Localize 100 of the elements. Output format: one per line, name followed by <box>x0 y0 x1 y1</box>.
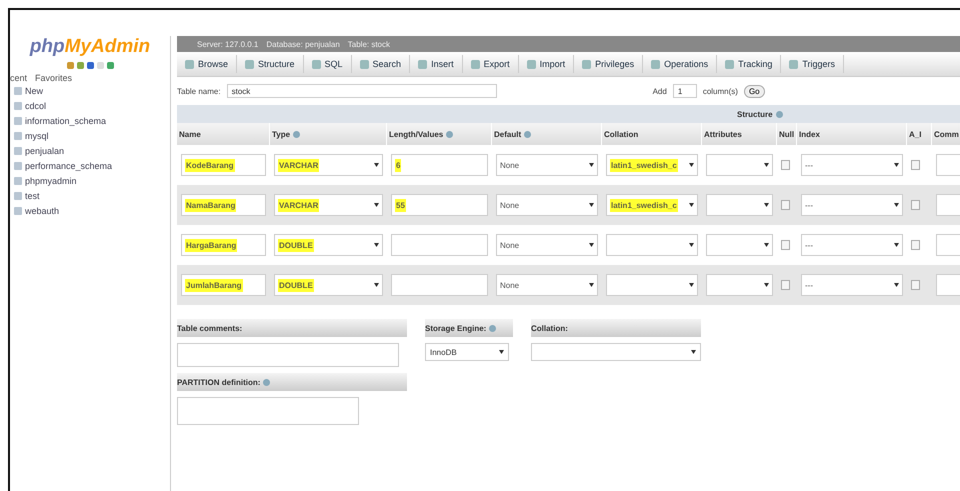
go-button[interactable]: Go <box>744 84 765 98</box>
comment-field[interactable] <box>936 274 960 296</box>
nav-tab[interactable]: Operations <box>643 55 718 73</box>
length-field[interactable]: 6 <box>391 154 488 176</box>
nav-tab[interactable]: Export <box>462 55 519 73</box>
auto-increment-checkbox[interactable] <box>911 160 920 170</box>
caret-icon <box>374 203 379 207</box>
default-select[interactable]: None <box>496 194 598 216</box>
table-name-field[interactable]: stock <box>226 84 497 98</box>
database-link[interactable]: phpmyadmin <box>25 176 77 186</box>
column-header: Attributes <box>702 123 777 145</box>
collation-select[interactable]: latin1_swedish_c <box>606 154 698 176</box>
default-select[interactable]: None <box>496 274 598 296</box>
nav-tab[interactable]: Import <box>518 55 574 73</box>
nav-tab[interactable]: Insert <box>410 55 463 73</box>
nav-tab[interactable]: Browse <box>177 55 238 73</box>
attributes-select[interactable] <box>706 154 773 176</box>
tab-icon <box>582 60 592 68</box>
help-icon <box>776 110 783 118</box>
nav-tab[interactable]: Tracking <box>717 55 782 73</box>
length-field[interactable] <box>391 274 488 296</box>
caret-icon <box>689 163 694 167</box>
column-header: A_I <box>907 123 932 145</box>
tab-icon <box>651 60 660 68</box>
field-label: column(s) <box>702 86 738 96</box>
help-icon <box>446 130 454 138</box>
caret-icon <box>589 203 594 207</box>
collation-select[interactable] <box>531 343 701 361</box>
name-field[interactable]: JumlahBarang <box>181 274 266 296</box>
index-select[interactable]: --- <box>801 274 903 296</box>
nav-tab[interactable]: Structure <box>237 55 304 73</box>
length-field[interactable]: 55 <box>391 194 488 216</box>
database-link[interactable]: webauth <box>25 206 60 216</box>
caret-icon <box>589 283 594 287</box>
tab-icon <box>185 60 194 68</box>
auto-increment-checkbox[interactable] <box>911 280 920 290</box>
column-header: Length/Values <box>387 123 492 145</box>
auto-increment-checkbox[interactable] <box>911 240 920 250</box>
caret-icon <box>499 350 504 354</box>
collation-select[interactable] <box>606 234 698 256</box>
engine-select[interactable]: InnoDB <box>425 343 509 361</box>
name-field[interactable]: HargaBarang <box>181 234 266 256</box>
column-header: Comm <box>932 123 960 145</box>
default-select[interactable]: None <box>496 234 598 256</box>
type-select[interactable]: DOUBLE <box>274 234 383 256</box>
attributes-select[interactable] <box>706 274 773 296</box>
database-link[interactable]: cdcol <box>25 100 46 110</box>
default-select[interactable]: None <box>496 154 598 176</box>
comment-field[interactable] <box>936 194 960 216</box>
comment-field[interactable] <box>936 154 960 176</box>
sidebar-tab[interactable]: Favorites <box>35 73 72 83</box>
length-field[interactable] <box>391 234 488 256</box>
attributes-select[interactable] <box>706 194 773 216</box>
database-link[interactable]: information_schema <box>25 116 106 126</box>
logo: phpMyAdmin <box>28 36 152 58</box>
column-header: Default <box>492 123 602 145</box>
database-link[interactable]: mysql <box>25 130 49 140</box>
comments-field[interactable] <box>177 343 399 367</box>
caret-icon <box>894 243 899 247</box>
caret-icon <box>894 283 899 287</box>
comment-field[interactable] <box>936 234 960 256</box>
type-select[interactable]: DOUBLE <box>274 274 383 296</box>
name-field[interactable]: NamaBarang <box>181 194 266 216</box>
caret-icon <box>374 163 379 167</box>
null-checkbox[interactable] <box>781 240 790 250</box>
section-label: Structure <box>737 110 773 118</box>
caret-icon <box>689 203 694 207</box>
type-select[interactable]: VARCHAR <box>274 194 383 216</box>
column-count-field[interactable]: 1 <box>672 84 697 98</box>
database-link[interactable]: New <box>25 86 44 96</box>
nav-tab[interactable]: Search <box>352 55 410 73</box>
tab-icon <box>789 60 798 68</box>
index-select[interactable]: --- <box>801 154 903 176</box>
index-select[interactable]: --- <box>801 194 903 216</box>
auto-increment-checkbox[interactable] <box>911 200 920 210</box>
null-checkbox[interactable] <box>781 160 790 170</box>
help-icon <box>263 378 270 386</box>
null-checkbox[interactable] <box>781 280 790 290</box>
nav-tab[interactable]: Triggers <box>781 55 844 73</box>
collation-select[interactable]: latin1_swedish_c <box>606 194 698 216</box>
partition-field[interactable] <box>177 397 359 425</box>
column-header: Index <box>797 123 907 145</box>
database-link[interactable]: penjualan <box>25 146 64 156</box>
database-link[interactable]: performance_schema <box>25 160 112 170</box>
column-header: Name <box>177 123 270 145</box>
nav-tab[interactable]: SQL <box>304 55 352 73</box>
database-link[interactable]: test <box>25 190 40 200</box>
caret-icon <box>691 350 696 354</box>
null-checkbox[interactable] <box>781 200 790 210</box>
nav-tab[interactable]: Privileges <box>574 55 644 73</box>
help-icon <box>489 324 496 332</box>
sidebar-tab[interactable]: cent <box>10 73 28 83</box>
index-select[interactable]: --- <box>801 234 903 256</box>
collation-select[interactable] <box>606 274 698 296</box>
name-field[interactable]: KodeBarang <box>181 154 266 176</box>
section-header: Storage Engine: <box>425 319 513 337</box>
section-header: Table comments: <box>177 319 407 337</box>
column-header: Type <box>270 123 387 145</box>
type-select[interactable]: VARCHAR <box>274 154 383 176</box>
attributes-select[interactable] <box>706 234 773 256</box>
